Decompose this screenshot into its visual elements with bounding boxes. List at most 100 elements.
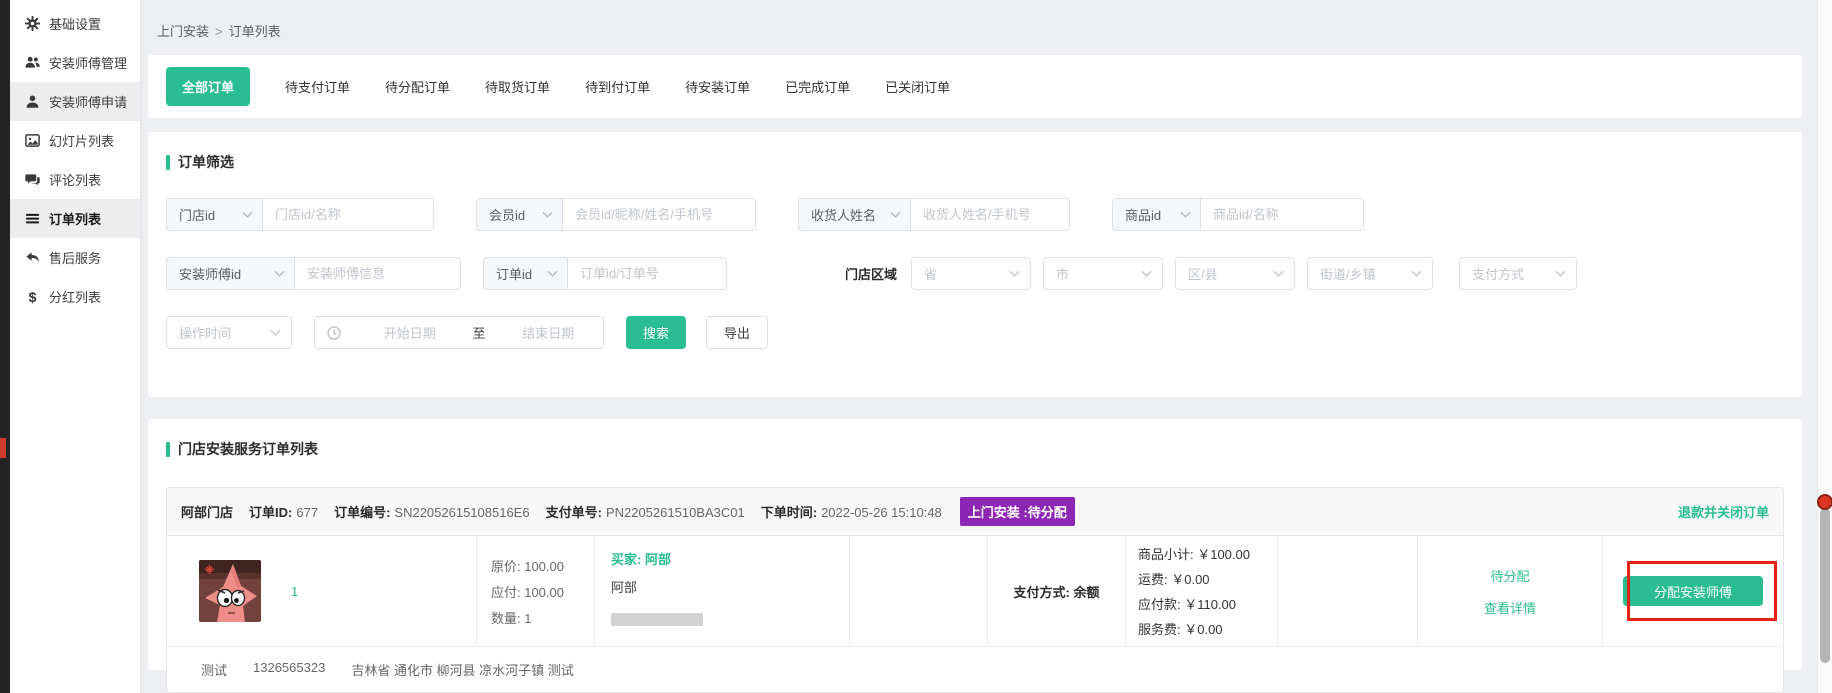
gear-icon bbox=[25, 16, 40, 31]
reply-icon bbox=[25, 250, 40, 265]
order-list-section-title: 门店安装服务订单列表 bbox=[166, 439, 1784, 459]
order-row: 1 原价: 100.00 应付: 100.00 数量: 1 买家: 阿部 阿部 … bbox=[167, 536, 1783, 646]
search-button[interactable]: 搜索 bbox=[626, 316, 686, 349]
chevron-down-icon bbox=[270, 329, 281, 336]
empty-cell bbox=[850, 536, 988, 646]
installer-search-input[interactable] bbox=[295, 258, 460, 289]
tab-pending-payment[interactable]: 待支付订单 bbox=[285, 77, 350, 96]
installer-filter: 安装师傅id bbox=[166, 257, 461, 290]
export-button[interactable]: 导出 bbox=[706, 316, 768, 349]
payment-method-cell: 支付方式: 余额 bbox=[988, 536, 1126, 646]
date-range-picker[interactable]: 开始日期 至 结束日期 bbox=[314, 316, 604, 349]
tab-pending-assignment[interactable]: 待分配订单 bbox=[385, 77, 450, 96]
chevron-down-icon bbox=[542, 211, 553, 218]
operate-time-select[interactable]: 操作时间 bbox=[166, 316, 292, 349]
breadcrumb: 上门安装>订单列表 bbox=[140, 0, 1832, 40]
city-select[interactable]: 市 bbox=[1043, 257, 1163, 290]
sidebar-item-label: 评论列表 bbox=[49, 170, 101, 189]
breadcrumb-section[interactable]: 上门安装 bbox=[157, 24, 209, 39]
consignee-filter: 收货人姓名 bbox=[798, 198, 1070, 231]
member-id-select[interactable]: 会员id bbox=[477, 199, 563, 230]
tab-pending-pickup[interactable]: 待取货订单 bbox=[485, 77, 550, 96]
status-text: 待分配 bbox=[1490, 566, 1529, 585]
sidebar-item-label: 分红列表 bbox=[49, 287, 101, 306]
chevron-down-icon bbox=[547, 270, 558, 277]
order-id-select[interactable]: 订单id bbox=[484, 258, 568, 289]
buyer-name: 阿部 bbox=[611, 577, 849, 596]
consignee-phone: 1326565323 bbox=[253, 660, 325, 679]
chevron-down-icon bbox=[274, 270, 285, 277]
order-status-badge: 上门安装 :待分配 bbox=[960, 497, 1075, 526]
product-filter: 商品id bbox=[1112, 198, 1364, 231]
order-id-filter: 订单id bbox=[483, 257, 727, 290]
end-date-placeholder[interactable]: 结束日期 bbox=[506, 323, 591, 342]
order-id-field: 订单ID:677 bbox=[249, 502, 318, 521]
status-cell: 待分配 查看详情 bbox=[1418, 536, 1603, 646]
section-accent-bar bbox=[166, 442, 170, 457]
assign-installer-button[interactable]: 分配安装师傅 bbox=[1623, 576, 1763, 606]
district-select[interactable]: 区/县 bbox=[1175, 257, 1295, 290]
comment-icon bbox=[25, 172, 40, 187]
product-cell: 1 bbox=[167, 536, 477, 646]
empty-cell bbox=[1278, 536, 1418, 646]
consignee-search-input[interactable] bbox=[911, 199, 1069, 230]
member-filter: 会员id bbox=[476, 198, 756, 231]
product-search-input[interactable] bbox=[1201, 199, 1363, 230]
refund-close-link[interactable]: 退款并关闭订单 bbox=[1678, 502, 1769, 521]
product-quantity: 1 bbox=[291, 584, 298, 599]
order-search-input[interactable] bbox=[568, 258, 726, 289]
filter-row-3: 操作时间 开始日期 至 结束日期 搜索 导出 bbox=[166, 316, 1784, 349]
sidebar-item-label: 幻灯片列表 bbox=[49, 131, 114, 150]
sidebar-item-installer-apply[interactable]: 安装师傅申请 bbox=[10, 82, 140, 121]
street-select[interactable]: 街道/乡镇 bbox=[1307, 257, 1433, 290]
tab-pending-delivery-payment[interactable]: 待到付订单 bbox=[585, 77, 650, 96]
start-date-placeholder[interactable]: 开始日期 bbox=[367, 323, 452, 342]
order-filter-panel: 订单筛选 门店id 会员id 收货人姓名 bbox=[148, 132, 1802, 397]
tab-pending-installation[interactable]: 待安装订单 bbox=[685, 77, 750, 96]
sidebar-item-dividend-list[interactable]: $ 分红列表 bbox=[10, 277, 140, 316]
payment-method-select[interactable]: 支付方式 bbox=[1459, 257, 1577, 290]
sidebar-item-comment-list[interactable]: 评论列表 bbox=[10, 160, 140, 199]
filter-row-1: 门店id 会员id 收货人姓名 bbox=[166, 198, 1784, 231]
region-label: 门店区域 bbox=[845, 264, 897, 283]
main-content: 上门安装>订单列表 全部订单 待支付订单 待分配订单 待取货订单 待到付订单 待… bbox=[140, 0, 1832, 693]
payable-price: 应付: 100.00 bbox=[491, 582, 594, 601]
chevron-down-icon bbox=[890, 211, 901, 218]
user-icon bbox=[25, 94, 40, 109]
tab-closed[interactable]: 已关闭订单 bbox=[885, 77, 950, 96]
order-block: 阿部门店 订单ID:677 订单编号:SN22052615108516E6 支付… bbox=[166, 487, 1784, 693]
store-filter: 门店id bbox=[166, 198, 434, 231]
store-id-select[interactable]: 门店id bbox=[167, 199, 263, 230]
section-accent-bar bbox=[166, 155, 170, 170]
image-icon bbox=[25, 133, 40, 148]
chevron-down-icon bbox=[1009, 270, 1020, 277]
chevron-down-icon bbox=[1141, 270, 1152, 277]
product-image[interactable] bbox=[199, 560, 261, 622]
consignee-select[interactable]: 收货人姓名 bbox=[799, 199, 911, 230]
filter-row-2: 安装师傅id 订单id 门店区域 省 市 bbox=[166, 257, 1784, 290]
consignee-name: 测试 bbox=[201, 660, 227, 679]
tab-all-orders[interactable]: 全部订单 bbox=[166, 67, 250, 106]
view-detail-link[interactable]: 查看详情 bbox=[1484, 598, 1536, 617]
product-id-select[interactable]: 商品id bbox=[1113, 199, 1201, 230]
sidebar-item-label: 基础设置 bbox=[49, 14, 101, 33]
province-select[interactable]: 省 bbox=[911, 257, 1031, 290]
member-search-input[interactable] bbox=[563, 199, 755, 230]
installer-id-select[interactable]: 安装师傅id bbox=[167, 258, 295, 289]
sidebar: 基础设置 安装师傅管理 安装师傅申请 幻灯片列表 评论列表 订单列表 售后服 bbox=[10, 0, 140, 693]
totals-cell: 商品小计: ￥100.00 运费: ￥0.00 应付款: ￥110.00 服务费… bbox=[1126, 536, 1278, 646]
scrollbar-thumb[interactable] bbox=[1820, 508, 1830, 663]
sidebar-item-installer-management[interactable]: 安装师傅管理 bbox=[10, 43, 140, 82]
service-fee-line: 服务费: ￥0.00 bbox=[1138, 619, 1277, 638]
chevron-down-icon bbox=[1273, 270, 1284, 277]
chevron-down-icon bbox=[1411, 270, 1422, 277]
filter-section-title: 订单筛选 bbox=[166, 152, 1784, 172]
sidebar-item-order-list[interactable]: 订单列表 bbox=[10, 199, 140, 238]
chevron-down-icon bbox=[1180, 211, 1191, 218]
sidebar-item-after-sales[interactable]: 售后服务 bbox=[10, 238, 140, 277]
tab-completed[interactable]: 已完成订单 bbox=[785, 77, 850, 96]
sidebar-item-label: 订单列表 bbox=[49, 209, 101, 228]
sidebar-item-basic-settings[interactable]: 基础设置 bbox=[10, 4, 140, 43]
sidebar-item-slideshow-list[interactable]: 幻灯片列表 bbox=[10, 121, 140, 160]
store-search-input[interactable] bbox=[263, 199, 433, 230]
